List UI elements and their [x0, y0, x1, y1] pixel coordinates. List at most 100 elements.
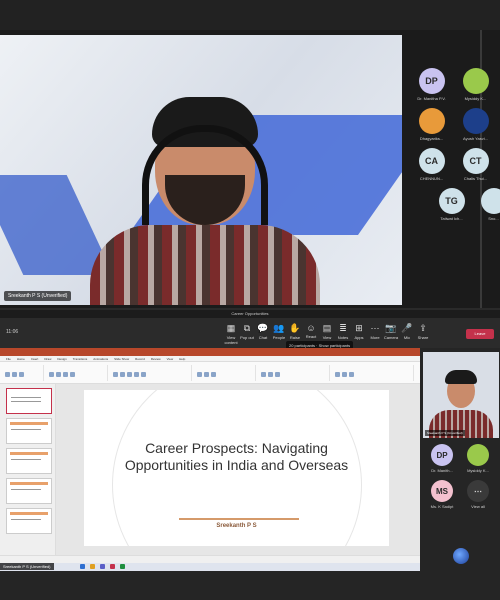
- cut-icon: [12, 372, 17, 377]
- slide-thumbnail[interactable]: [6, 418, 52, 444]
- participant-name: Mysiddy K...: [464, 96, 487, 101]
- participant-tile[interactable]: CT Chalis Thui...: [453, 148, 498, 184]
- ribbon-tab[interactable]: File: [6, 356, 11, 361]
- ribbon-group: [334, 365, 414, 381]
- participant-name: CHENNUN...: [419, 176, 444, 181]
- ppt-statusbar: [0, 555, 420, 563]
- presenter-hair: [445, 370, 477, 384]
- slide-thumbnail[interactable]: [6, 448, 52, 474]
- slide-thumbnail[interactable]: [6, 478, 52, 504]
- participant-tile[interactable]: DP Dr. Manith...: [423, 444, 461, 480]
- ribbon-tab[interactable]: Transitions: [73, 356, 88, 361]
- participant-name: Sno...: [488, 216, 499, 221]
- meeting-side-panel: Sreekanth P S (Unverified) DP Dr. Manith.…: [421, 348, 500, 600]
- speaker-name-tag: Sreekanth P S (Unverified): [4, 291, 72, 301]
- italic-icon: [127, 372, 132, 377]
- slide-editor: Career Prospects: Navigating Opportuniti…: [56, 384, 420, 555]
- participant-tile[interactable]: Mysiddy K...: [459, 444, 497, 480]
- section-icon: [70, 372, 75, 377]
- participant-grid: DP Dr. Manitha P.V. Mysiddy K... Dhagyariks…: [405, 60, 500, 221]
- replace-icon: [342, 372, 347, 377]
- thumb-bar: [10, 512, 48, 515]
- thumb-bar: [10, 482, 48, 485]
- app-icon[interactable]: [110, 564, 115, 569]
- avatar: CT: [462, 148, 489, 174]
- new-slide-icon: [49, 372, 54, 377]
- avatar: [462, 108, 489, 134]
- meeting-window: Career Opportunities 11:06 ▦ View content…: [0, 310, 500, 600]
- ribbon-group: [112, 365, 192, 381]
- avatar: [467, 444, 489, 466]
- thumb-bar: [10, 422, 48, 425]
- participant-name: Dr. Manith...: [431, 468, 453, 473]
- toolbar-button-share[interactable]: ⇪ Share: [412, 323, 434, 340]
- ribbon-tab[interactable]: Insert: [31, 356, 39, 361]
- participant-name: Dhagyariks...: [419, 136, 444, 141]
- avatar: DP: [431, 444, 453, 466]
- ribbon-tab[interactable]: Record: [135, 356, 145, 361]
- presenter-video[interactable]: Sreekanth P S (Unverified): [423, 352, 499, 438]
- ribbon-group: [4, 365, 44, 381]
- participant-name: Dr. Manitha P.V.: [417, 96, 446, 101]
- participant-name: Tatiwat Ich...: [440, 216, 463, 221]
- ribbon-tab[interactable]: View: [167, 356, 173, 361]
- slide-thumbnails: [0, 384, 56, 555]
- avatar: TG: [438, 188, 465, 214]
- avatar: ⋯: [467, 480, 489, 502]
- ribbon-tab[interactable]: Design: [57, 356, 66, 361]
- underline-icon: [134, 372, 139, 377]
- app-icon[interactable]: [80, 564, 85, 569]
- ribbon-tab[interactable]: Review: [151, 356, 161, 361]
- ribbon-tab[interactable]: Draw: [44, 356, 51, 361]
- globe-icon: [453, 548, 469, 564]
- view-all-button[interactable]: ⋯ View all: [459, 480, 497, 516]
- participant-tile[interactable]: MS Ms. K Sadipt: [423, 480, 461, 516]
- ribbon-tab[interactable]: Slide Show: [114, 356, 129, 361]
- meeting-timer: 11:06: [6, 329, 19, 335]
- presenter-tag: Sreekanth P S (Unverified): [0, 563, 54, 570]
- slide-author: Sreekanth P S: [216, 523, 257, 529]
- thumb-line: [11, 489, 41, 490]
- speaker-figure: [90, 97, 320, 305]
- thumb-bar: [10, 452, 48, 455]
- ribbon-tab[interactable]: Animations: [93, 356, 108, 361]
- participant-tile[interactable]: Ayush Yasvi...: [453, 108, 498, 144]
- participant-tile[interactable]: DP Dr. Manitha P.V.: [409, 68, 454, 104]
- participant-name: Chalis Thui...: [463, 176, 488, 181]
- presenter-name-tag: Sreekanth P S (Unverified): [425, 430, 465, 436]
- meeting-toolbar: 11:06 ▦ View content ⧉ Pop out 💬 Chat 👥 People ✋…: [0, 318, 500, 348]
- speaker-video[interactable]: Sreekanth P S (Unverified): [0, 35, 402, 305]
- slide-thumbnail[interactable]: [6, 508, 52, 534]
- current-slide[interactable]: Career Prospects: Navigating Opportuniti…: [84, 390, 389, 546]
- shapes-icon: [261, 372, 266, 377]
- call-topbar: [0, 0, 500, 30]
- participant-tile[interactable]: Mysiddy K...: [453, 68, 498, 104]
- arrange-icon: [268, 372, 273, 377]
- thumb-line: [11, 401, 41, 402]
- leave-button[interactable]: Leave: [466, 329, 494, 339]
- app-icon[interactable]: [100, 564, 105, 569]
- app-icon[interactable]: [120, 564, 125, 569]
- slide-title: Career Prospects: Navigating Opportuniti…: [124, 440, 349, 473]
- participant-tile[interactable]: Dhagyariks...: [409, 108, 454, 144]
- paste-icon: [5, 372, 10, 377]
- layout-icon: [56, 372, 61, 377]
- video-call-panel: Sreekanth P S (Unverified) DP Dr. Manitha…: [0, 0, 500, 310]
- speaker-shirt: [90, 225, 320, 305]
- app-icon[interactable]: [90, 564, 95, 569]
- thumb-line: [11, 429, 41, 430]
- avatar: [462, 68, 489, 94]
- share-icon: ⇪: [419, 323, 427, 333]
- participant-tile[interactable]: Sno...: [471, 188, 500, 224]
- ribbon-tab[interactable]: Help: [179, 356, 185, 361]
- participant-name: Ms. K Sadipt: [430, 504, 454, 509]
- participant-tile[interactable]: TG Tatiwat Ich...: [429, 188, 474, 224]
- thumb-line: [11, 459, 41, 460]
- avatar: [418, 108, 445, 134]
- slide-thumbnail[interactable]: [6, 388, 52, 414]
- participant-tile[interactable]: CA CHENNUN...: [409, 148, 454, 184]
- ribbon-tab[interactable]: Home: [17, 356, 25, 361]
- thumb-line: [11, 519, 41, 520]
- bullets-icon: [204, 372, 209, 377]
- thumb-line: [11, 397, 41, 398]
